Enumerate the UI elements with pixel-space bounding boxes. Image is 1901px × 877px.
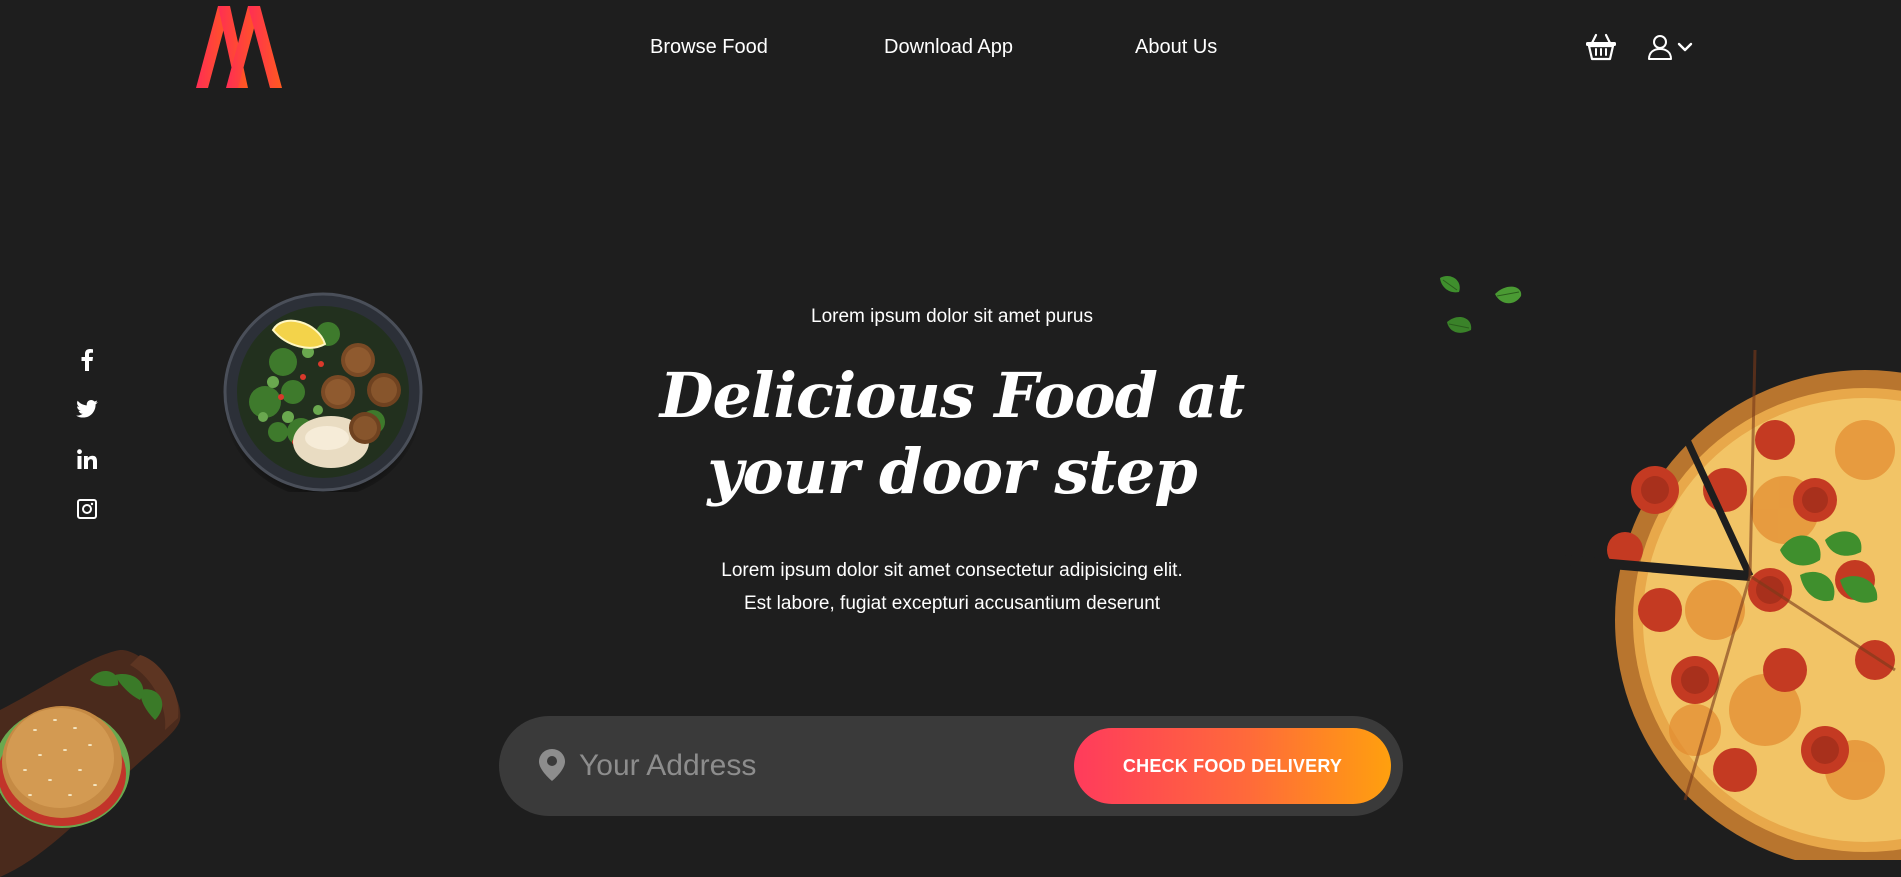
burger-image	[0, 650, 181, 877]
hero-headline-line2: your door step	[707, 435, 1197, 508]
hero-kicker: Lorem ipsum dolor sit amet purus	[811, 306, 1093, 327]
linkedin-icon[interactable]	[76, 448, 98, 470]
hero-headline: Delicious Food at your door step	[640, 358, 1264, 510]
user-icon	[1648, 35, 1672, 60]
salad-bowl-image	[223, 292, 423, 492]
pizza-image	[1565, 349, 1901, 860]
nav-browse-food[interactable]: Browse Food	[650, 36, 768, 59]
basket-icon[interactable]	[1585, 33, 1617, 61]
twitter-icon[interactable]	[76, 398, 98, 420]
nav-download-app[interactable]: Download App	[884, 36, 1013, 59]
hero-description: Lorem ipsum dolor sit amet consectetur a…	[640, 554, 1264, 620]
hero-description-line2: Est labore, fugiat excepturi accusantium…	[743, 593, 1161, 614]
hero-headline-line1: Delicious Food at	[659, 359, 1246, 432]
user-menu[interactable]	[1647, 33, 1699, 61]
hero-description-line1: Lorem ipsum dolor sit amet consectetur a…	[721, 560, 1183, 581]
facebook-icon[interactable]	[76, 349, 98, 371]
instagram-icon[interactable]	[76, 498, 98, 520]
brand-logo-icon[interactable]	[196, 6, 282, 88]
check-food-delivery-button[interactable]: CHECK FOOD DELIVERY	[1074, 728, 1391, 804]
nav-about-us[interactable]: About Us	[1135, 36, 1217, 59]
address-input[interactable]	[579, 738, 1009, 794]
basil-leaves-image	[1440, 275, 1522, 333]
chevron-down-icon	[1677, 42, 1693, 52]
location-pin-icon	[539, 749, 565, 781]
address-search-bar: CHECK FOOD DELIVERY	[499, 716, 1403, 816]
